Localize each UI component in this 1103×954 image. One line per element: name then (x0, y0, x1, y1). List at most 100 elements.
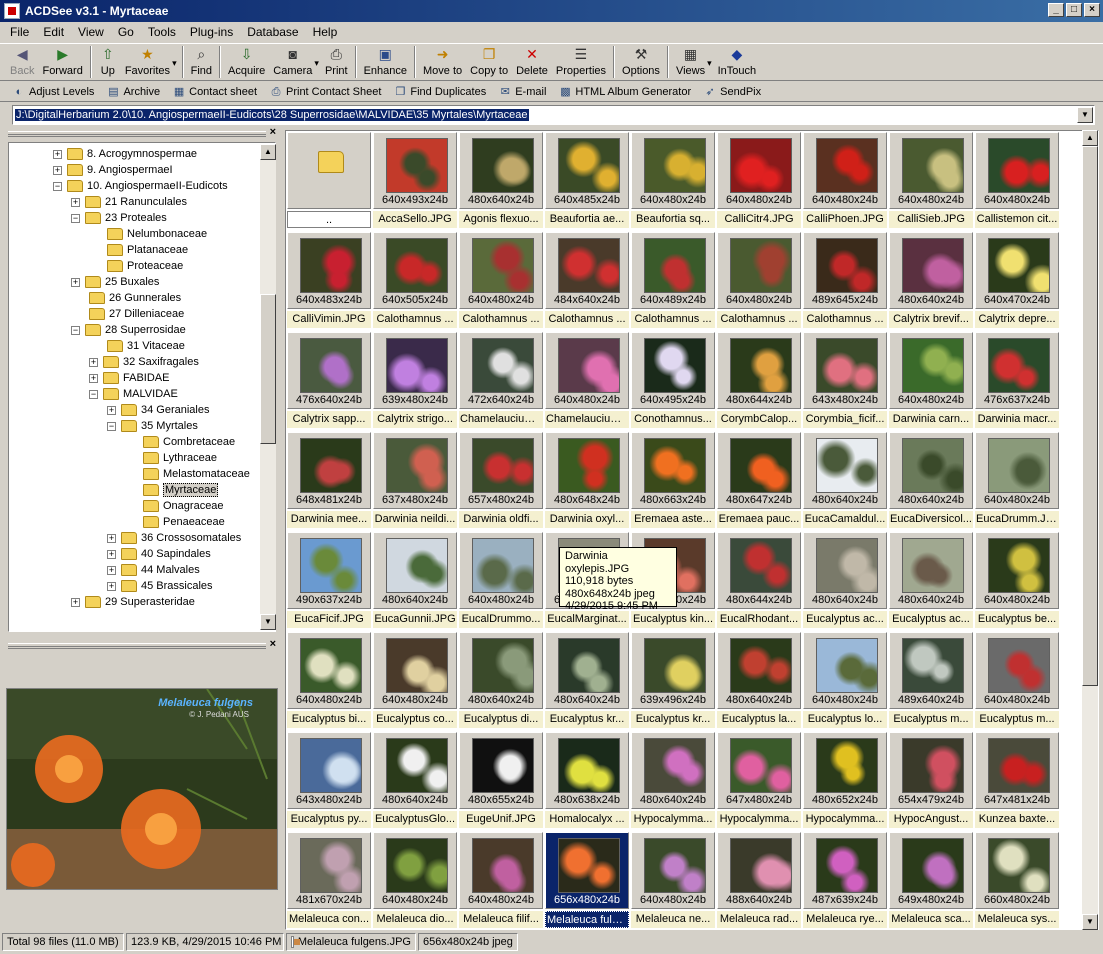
expand-icon[interactable]: + (71, 597, 80, 607)
find-duplicates-button[interactable]: ❐ Find Duplicates (387, 85, 492, 99)
tree-item-8-acrogymnospermae[interactable]: +8. Acrogymnospermae (53, 146, 197, 162)
tree-item-31-vitaceae[interactable]: 31 Vitaceae (107, 338, 185, 354)
thumbnail-item[interactable]: 489x640x24b Eucalyptus m... (889, 632, 973, 729)
intouch-button[interactable]: ◆ InTouch (714, 44, 761, 80)
close-tree-icon[interactable]: × (270, 126, 276, 138)
options-button[interactable]: ⚒ Options (618, 44, 664, 80)
close-button[interactable]: × (1084, 3, 1100, 17)
thumbnail-item[interactable]: 639x480x24b Calytrix strigo... (373, 332, 457, 429)
properties-button[interactable]: ☰ Properties (552, 44, 610, 80)
enhance-button[interactable]: ▣ Enhance (360, 44, 411, 80)
expand-icon[interactable]: + (53, 149, 62, 159)
thumbnail-item[interactable]: 480x640x24b Calytrix brevif... (889, 232, 973, 329)
views-button[interactable]: ▦ Views (672, 44, 709, 80)
thumbnail-item[interactable]: 484x640x24b Calothamnus ... (545, 232, 629, 329)
forward-button[interactable]: ▶ Forward (38, 44, 86, 80)
thumbnail-item[interactable]: 640x505x24b Calothamnus ... (373, 232, 457, 329)
app-icon[interactable] (4, 3, 20, 19)
tree-item-44-malvales[interactable]: +44 Malvales (107, 562, 200, 578)
menu-go[interactable]: Go (111, 25, 141, 39)
dropdown-arrow-icon[interactable]: ▾ (314, 44, 319, 69)
print-contact-sheet-button[interactable]: ⎙ Print Contact Sheet (263, 85, 387, 99)
thumbnail-item[interactable]: 640x483x24b CalliVimin.JPG (287, 232, 371, 329)
back-button[interactable]: ◀ Back (6, 44, 38, 80)
address-dropdown-button[interactable]: ▼ (1077, 107, 1093, 123)
thumbnail-item[interactable]: 480x647x24b Eremaea pauc... (717, 432, 801, 529)
thumbnail-item[interactable]: 640x495x24b Conothamnus... (631, 332, 715, 429)
thumbnail-item[interactable]: 640x480x24b Eucalyptus m... (975, 632, 1059, 729)
tree-item-9-angiospermaei[interactable]: +9. AngiospermaeI (53, 162, 173, 178)
expand-icon[interactable]: + (71, 197, 80, 207)
expand-icon[interactable]: + (107, 581, 116, 591)
thumbnail-item[interactable]: 480x640x24b Eucalyptus ac... (889, 532, 973, 629)
tree-item-45-brassicales[interactable]: +45 Brassicales (107, 578, 213, 594)
print-button[interactable]: ⎙ Print (321, 44, 352, 80)
thumbnail-item[interactable]: 640x480x24b CalliPhoen.JPG (803, 132, 887, 229)
menu-database[interactable]: Database (240, 25, 305, 39)
menu-edit[interactable]: Edit (36, 25, 71, 39)
thumbnail-item[interactable]: 489x645x24b Calothamnus ... (803, 232, 887, 329)
thumbnail-item[interactable]: 639x496x24b Eucalyptus kr... (631, 632, 715, 729)
tree-item-melastomataceae[interactable]: Melastomataceae (143, 466, 250, 482)
scroll-up-button[interactable]: ▲ (260, 144, 276, 160)
thumbnail-item[interactable]: 480x638x24b Homalocalyx ... (545, 732, 629, 829)
thumbnail-item[interactable]: 640x480x24b Darwinia carn... (889, 332, 973, 429)
thumbnail-item[interactable]: 480x640x24b EucaGunnii.JPG (373, 532, 457, 629)
copy-to-button[interactable]: ❐ Copy to (466, 44, 512, 80)
tree-item-27-dilleniaceae[interactable]: 27 Dilleniaceae (89, 306, 184, 322)
adjust-levels-button[interactable]: ◐ Adjust Levels (6, 85, 100, 99)
dropdown-arrow-icon[interactable]: ▾ (172, 44, 177, 69)
archive-button[interactable]: ▤ Archive (100, 85, 166, 99)
thumbnail-item[interactable]: 640x480x24b CalliCitr4.JPG (717, 132, 801, 229)
thumbnail-item[interactable]: 640x480x24b Calothamnus ... (459, 232, 543, 329)
tree-item-lythraceae[interactable]: Lythraceae (143, 450, 217, 466)
thumbnail-item[interactable]: 481x670x24b Melaleuca con... (287, 832, 371, 929)
thumbnail-item[interactable]: 657x480x24b Darwinia oldfi... (459, 432, 543, 529)
thumbnail-item[interactable]: 472x640x24b Chamelaucium... (459, 332, 543, 429)
thumbnail-item[interactable]: 480x640x24b Eucalyptus di... (459, 632, 543, 729)
thumbnail-item[interactable]: 488x640x24b Melaleuca rad... (717, 832, 801, 929)
menu-view[interactable]: View (71, 25, 111, 39)
collapse-icon[interactable]: − (71, 213, 80, 223)
tree-item-34-geraniales[interactable]: +34 Geraniales (107, 402, 210, 418)
thumbnail-item[interactable]: 643x480x24b Corymbia_ficif... (803, 332, 887, 429)
thumbnail-item[interactable]: 480x640x24b Eucalyptus la... (717, 632, 801, 729)
tree-item-29-superasteridae[interactable]: +29 Superasteridae (71, 594, 195, 610)
menu-file[interactable]: File (3, 25, 36, 39)
thumbnail-item[interactable]: 640x480x24b CalliSieb.JPG (889, 132, 973, 229)
minimize-button[interactable]: _ (1048, 3, 1064, 17)
html-album-generator-button[interactable]: ▩ HTML Album Generator (552, 85, 697, 99)
tree-item-onagraceae[interactable]: Onagraceae (143, 498, 224, 514)
thumbnail-item[interactable]: 487x639x24b Melaleuca rye... (803, 832, 887, 929)
file-list[interactable]: .. 640x493x24b AccaSello.JPG 480x640x24b Ago… (285, 130, 1099, 930)
tree-item-myrtaceae[interactable]: Myrtaceae (143, 482, 219, 498)
tree-item-platanaceae[interactable]: Platanaceae (107, 242, 188, 258)
thumbnail-item[interactable]: 480x640x24b EucaCamaldul... (803, 432, 887, 529)
collapse-icon[interactable]: − (53, 181, 62, 191)
thumbnail-item[interactable]: 480x640x24b Eucalyptus ac... (803, 532, 887, 629)
thumbnail-item[interactable]: 647x481x24b Kunzea baxte... (975, 732, 1059, 829)
thumbnail-item[interactable]: 480x644x24b EucalRhodant... (717, 532, 801, 629)
tree-item-combretaceae[interactable]: Combretaceae (143, 434, 235, 450)
thumbnail-item[interactable]: 640x480x24b Beaufortia sq... (631, 132, 715, 229)
expand-icon[interactable]: + (71, 277, 80, 287)
scroll-down-button[interactable]: ▼ (1082, 914, 1098, 930)
thumbnail-item[interactable]: 480x640x24b Agonis flexuo... (459, 132, 543, 229)
collapse-icon[interactable]: − (107, 421, 116, 431)
thumbnail-item[interactable]: 640x470x24b Calytrix depre... (975, 232, 1059, 329)
collapse-icon[interactable]: − (71, 325, 80, 335)
expand-icon[interactable]: + (89, 373, 98, 383)
delete-button[interactable]: ✕ Delete (512, 44, 552, 80)
up-button[interactable]: ⇧ Up (95, 44, 121, 80)
file-list-scrollbar[interactable]: ▲ ▼ (1082, 130, 1098, 930)
thumbnail-item[interactable]: 643x480x24b Eucalyptus py... (287, 732, 371, 829)
thumbnail-item[interactable]: 640x480x24b Calothamnus ... (717, 232, 801, 329)
thumbnail-item[interactable]: 480x644x24b CorymbCalop... (717, 332, 801, 429)
thumbnail-item[interactable]: 640x480x24b Eucalyptus co... (373, 632, 457, 729)
thumbnail-item[interactable]: 656x480x24b Melaleuca fulg... (545, 832, 629, 929)
tree-item-penaeaceae[interactable]: Penaeaceae (143, 514, 225, 530)
menu-tools[interactable]: Tools (141, 25, 183, 39)
address-bar[interactable]: J:\DigitalHerbarium 2.0\10. Angiospermae… (12, 105, 1095, 125)
thumbnail-item[interactable]: 647x480x24b Hypocalymma... (717, 732, 801, 829)
tree-scrollbar[interactable]: ▲ ▼ (260, 144, 276, 630)
